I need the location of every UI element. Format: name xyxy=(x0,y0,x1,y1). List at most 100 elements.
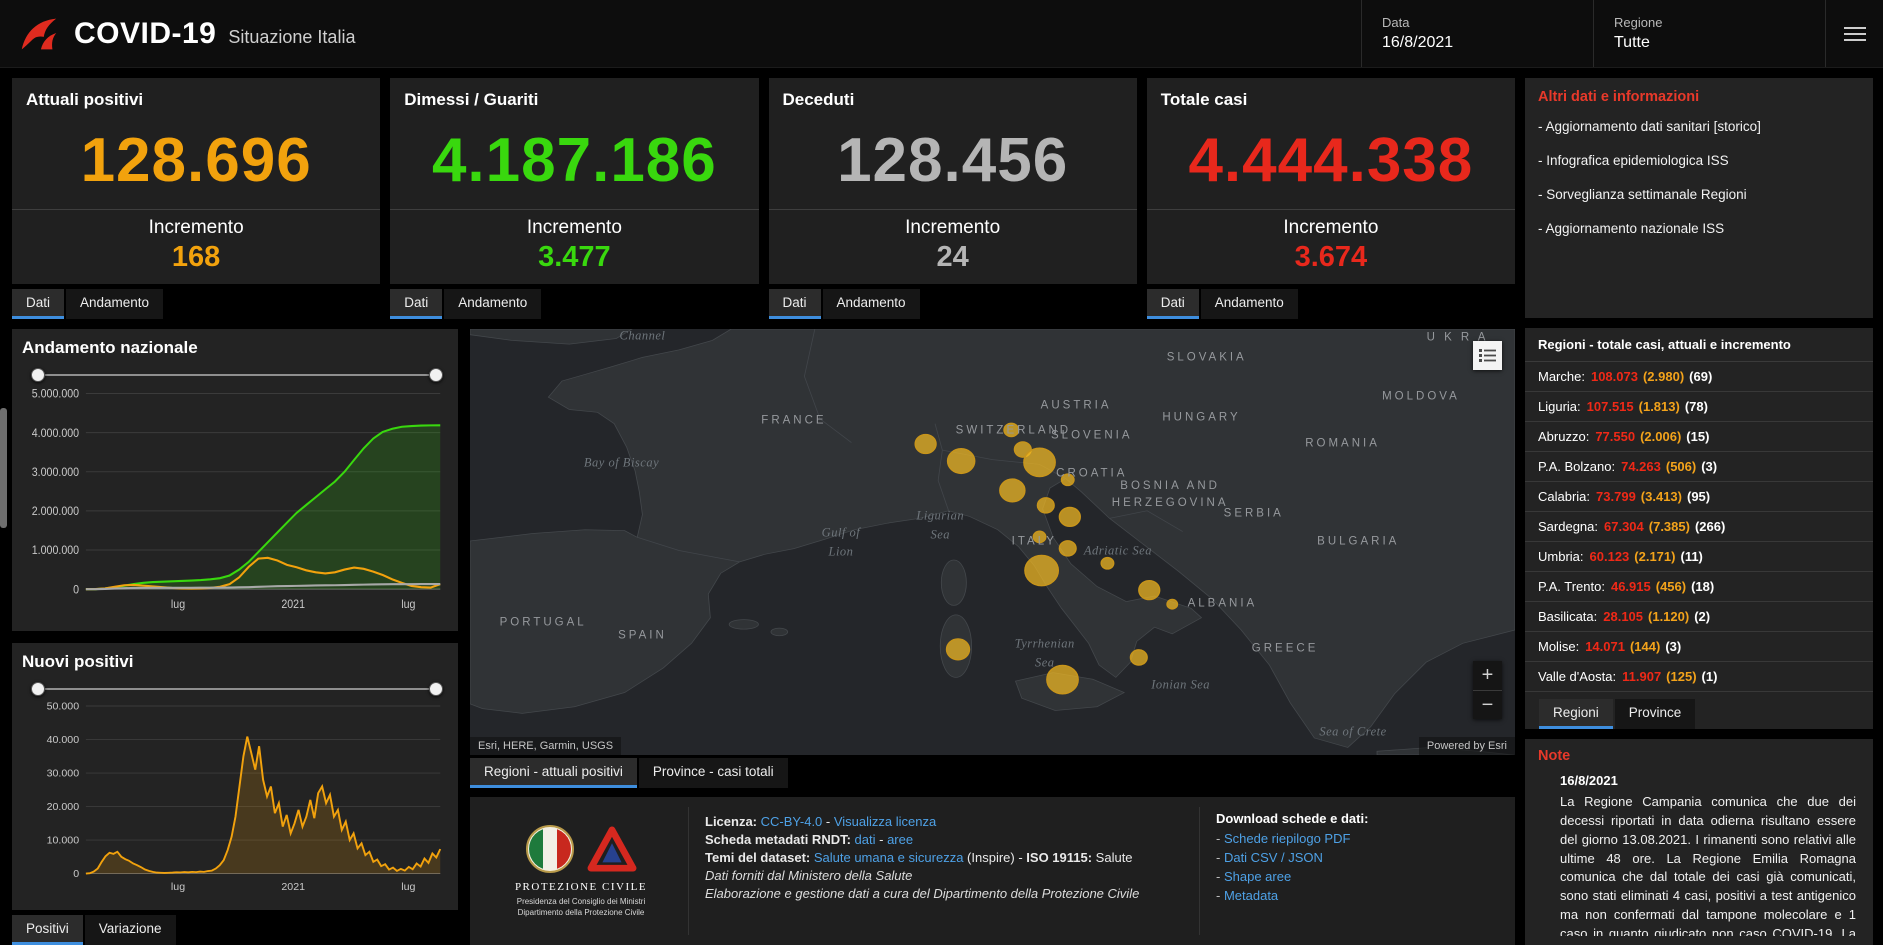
italy-map[interactable]: U K R A Channel SLOVAKIA MOLDOVA AUSTRIA HUNG… xyxy=(470,329,1515,755)
legend-button[interactable] xyxy=(1473,341,1502,370)
region-row[interactable]: Basilicata: 28.105 (1.120) (2) xyxy=(1525,602,1873,632)
region-bubble[interactable] xyxy=(1024,448,1055,476)
tab-province[interactable]: Province xyxy=(1614,699,1696,729)
left-scrollbar-fragment[interactable] xyxy=(0,408,7,528)
region-bubble[interactable] xyxy=(947,639,970,660)
license-link[interactable]: CC-BY-4.0 xyxy=(761,814,823,829)
svg-text:10.000: 10.000 xyxy=(47,836,80,847)
download-link[interactable]: - Shape aree xyxy=(1216,869,1499,884)
region-bubble[interactable] xyxy=(1139,581,1160,600)
altri-dati-link[interactable]: - Aggiornamento dati sanitari [storico] xyxy=(1538,118,1860,137)
app-title: COVID-19 xyxy=(74,16,217,50)
tab-regioni[interactable]: Regioni xyxy=(1539,699,1613,729)
region-bubble[interactable] xyxy=(1130,650,1147,665)
svg-text:30.000: 30.000 xyxy=(47,769,80,780)
license-link[interactable]: Salute umana e sicurezza xyxy=(814,850,964,865)
slider-track[interactable] xyxy=(38,688,436,690)
tab-regioni-attuali-positivi[interactable]: Regioni - attuali positivi xyxy=(470,758,637,788)
tab-dati[interactable]: Dati xyxy=(768,289,821,319)
download-link[interactable]: - Metadata xyxy=(1216,888,1499,903)
region-bubble[interactable] xyxy=(1047,665,1078,693)
altri-dati-link[interactable]: - Infografica epidemiologica ISS xyxy=(1538,152,1860,171)
slider-track[interactable] xyxy=(38,374,436,376)
region-bubble[interactable] xyxy=(1037,498,1054,513)
svg-text:2021: 2021 xyxy=(281,882,305,893)
license-info: Licenza: CC-BY-4.0 - Visualizza licenza S… xyxy=(688,807,1187,935)
region-row[interactable]: Umbria: 60.123 (2.171) (11) xyxy=(1525,542,1873,572)
slider-handle-right[interactable] xyxy=(429,368,443,382)
region-bubble[interactable] xyxy=(1033,531,1046,542)
tab-province-casi-totali[interactable]: Province - casi totali xyxy=(638,758,788,788)
svg-text:lug: lug xyxy=(171,882,185,893)
map-attribution: Esri, HERE, Garmin, USGS xyxy=(470,737,622,755)
license-link[interactable]: Visualizza licenza xyxy=(834,814,936,829)
altri-dati-link[interactable]: - Aggiornamento nazionale ISS xyxy=(1538,220,1860,239)
zoom-out-button[interactable]: − xyxy=(1473,690,1502,719)
region-bubble[interactable] xyxy=(1025,555,1058,585)
tab-andamento[interactable]: Andamento xyxy=(66,289,164,319)
footer-info-panel: PROTEZIONE CIVILE Presidenza del Consigl… xyxy=(470,797,1515,945)
note-panel: Note 16/8/2021 La Regione Campania comun… xyxy=(1525,739,1873,945)
license-link[interactable]: aree xyxy=(887,832,913,847)
zoom-in-button[interactable]: + xyxy=(1473,661,1502,690)
region-bubble[interactable] xyxy=(1101,558,1114,569)
stat-card-attuali-positivi: Attuali positivi 128.696 Incremento 168 … xyxy=(12,78,381,319)
tab-positivi[interactable]: Positivi xyxy=(12,915,83,945)
stat-card-totale-casi: Totale casi 4.444.338 Incremento 3.674 D… xyxy=(1146,78,1515,319)
region-bubble[interactable] xyxy=(1167,599,1177,608)
card-title: Deceduti xyxy=(782,90,855,109)
altri-dati-link[interactable]: - Sorveglianza settimanale Regioni xyxy=(1538,186,1860,205)
region-row[interactable]: Liguria: 107.515 (1.813) (78) xyxy=(1525,392,1873,422)
tab-dati[interactable]: Dati xyxy=(390,289,443,319)
tab-dati[interactable]: Dati xyxy=(1146,289,1199,319)
nuovi-positivi-block: Nuovi positivi 50.000 40.000 30.000 20.000 1… xyxy=(12,643,458,945)
date-selector[interactable]: Data 16/8/2021 xyxy=(1361,0,1593,67)
chart-title: Andamento nazionale xyxy=(22,338,198,357)
increment-value: 3.674 xyxy=(1294,241,1368,273)
slider-handle-right[interactable] xyxy=(429,682,443,696)
region-row[interactable]: P.A. Trento: 46.915 (456) (18) xyxy=(1525,572,1873,602)
region-bubble[interactable] xyxy=(1059,507,1080,526)
tab-andamento[interactable]: Andamento xyxy=(1200,289,1298,319)
license-line: Temi del dataset: Salute umana e sicurez… xyxy=(705,850,1133,865)
tab-andamento[interactable]: Andamento xyxy=(444,289,542,319)
region-selector[interactable]: Regione Tutte xyxy=(1593,0,1825,67)
date-value: 16/8/2021 xyxy=(1382,34,1454,51)
region-row[interactable]: Abruzzo: 77.550 (2.006) (15) xyxy=(1525,422,1873,452)
time-range-slider xyxy=(31,681,443,697)
note-text: La Regione Campania comunica che due dei… xyxy=(1560,794,1856,936)
region-bubble[interactable] xyxy=(1004,423,1019,436)
region-label: Regione xyxy=(1614,15,1663,30)
nuovi-positivi-chart[interactable]: 50.000 40.000 30.000 20.000 10.000 0 lug 2021 lu… xyxy=(22,697,448,906)
slider-handle-left[interactable] xyxy=(31,682,45,696)
slider-handle-left[interactable] xyxy=(31,368,45,382)
download-link[interactable]: - Dati CSV / JSON xyxy=(1216,850,1499,865)
region-row[interactable]: Molise: 14.071 (144) (3) xyxy=(1525,632,1873,662)
card-tabs: Dati Andamento xyxy=(12,289,380,319)
tab-andamento[interactable]: Andamento xyxy=(822,289,920,319)
region-row[interactable]: Valle d'Aosta: 11.907 (125) (1) xyxy=(1525,662,1873,692)
svg-text:2021: 2021 xyxy=(281,599,305,611)
map-land-shapes xyxy=(470,329,1515,755)
legend-icon xyxy=(1479,349,1496,362)
svg-text:lug: lug xyxy=(171,599,185,611)
license-link[interactable]: dati xyxy=(855,832,876,847)
tab-variazione[interactable]: Variazione xyxy=(84,915,176,945)
region-row[interactable]: Marche: 108.073 (2.980) (69) xyxy=(1525,362,1873,392)
card-tabs: Dati Andamento xyxy=(390,289,758,319)
tab-dati[interactable]: Dati xyxy=(12,289,65,319)
increment-label: Incremento xyxy=(905,217,1001,238)
region-bubble[interactable] xyxy=(915,435,936,454)
andamento-nazionale-chart[interactable]: 5.000.000 4.000.000 3.000.000 2.000.000 1.00… xyxy=(22,383,448,627)
card-value: 128.456 xyxy=(837,126,1069,195)
menu-icon[interactable] xyxy=(1825,0,1883,67)
region-row[interactable]: P.A. Bolzano: 74.263 (506) (3) xyxy=(1525,452,1873,482)
download-link[interactable]: - Schede riepilogo PDF xyxy=(1216,831,1499,846)
region-bubble[interactable] xyxy=(1059,541,1076,556)
region-row[interactable]: Calabria: 73.799 (3.413) (95) xyxy=(1525,482,1873,512)
powered-by-esri: Powered by Esri xyxy=(1418,737,1515,755)
region-bubble[interactable] xyxy=(948,449,975,474)
region-bubble[interactable] xyxy=(1000,479,1025,502)
region-row[interactable]: Sardegna: 67.304 (7.385) (266) xyxy=(1525,512,1873,542)
region-bubble[interactable] xyxy=(1061,474,1074,485)
